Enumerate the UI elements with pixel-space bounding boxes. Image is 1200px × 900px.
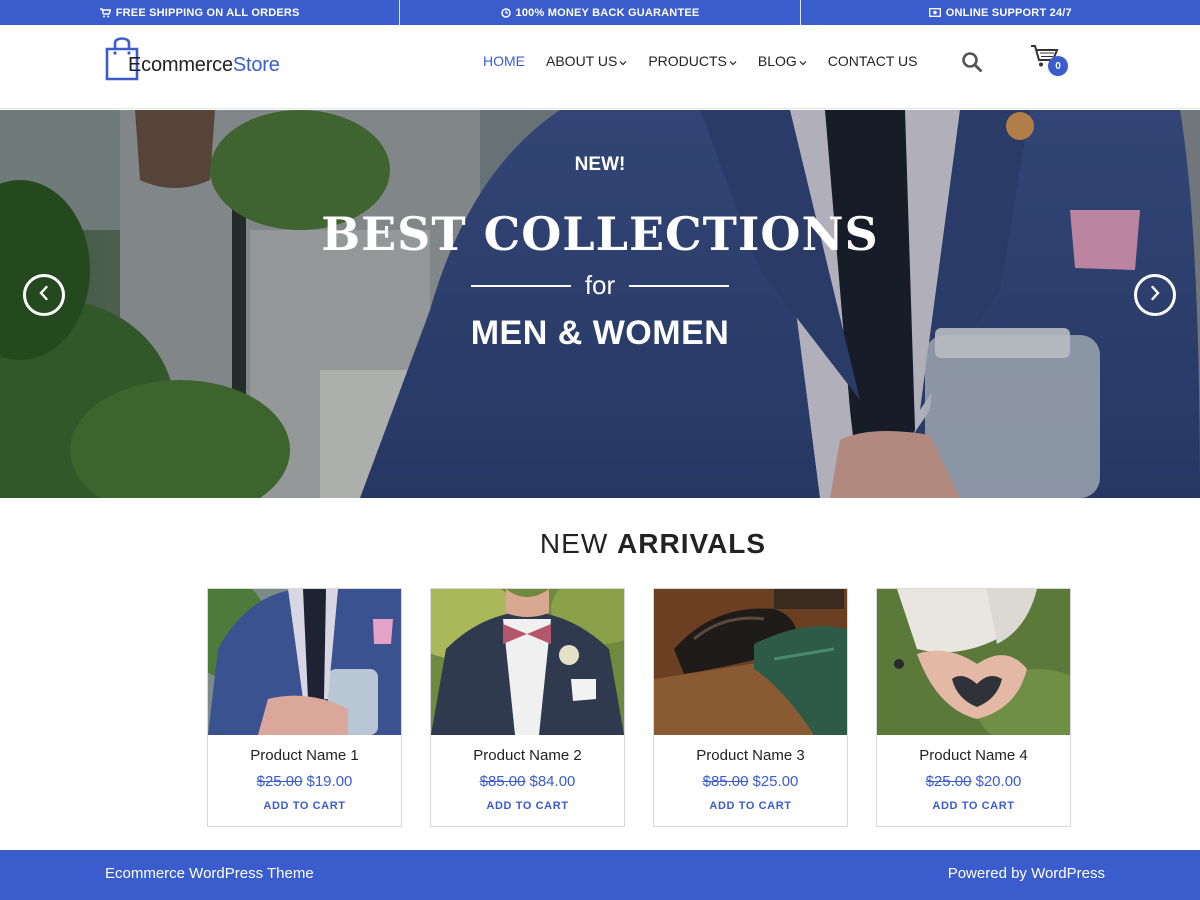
old-price: $25.00 <box>256 773 303 790</box>
clock-icon <box>500 7 511 18</box>
add-to-cart-button[interactable]: ADD TO CART <box>431 800 624 812</box>
logo-text-part1: Ecommerce <box>128 54 233 76</box>
search-button[interactable] <box>961 51 983 73</box>
site-footer: Ecommerce WordPress Theme Powered by Wor… <box>0 850 1200 900</box>
sale-price: $84.00 <box>529 773 576 790</box>
footer-powered-by-link[interactable]: Powered by WordPress <box>948 865 1105 882</box>
hero-subtitle: MEN & WOMEN <box>470 314 730 352</box>
section-title: NEW ARRIVALS <box>0 528 1200 560</box>
nav-item-home[interactable]: HOME <box>483 53 525 69</box>
product-card[interactable]: Product Name 3 $85.00 $25.00 ADD TO CART <box>653 588 848 827</box>
nav-item-label: ABOUT US <box>546 53 618 69</box>
product-card[interactable]: Product Name 1 $25.00 $19.00 ADD TO CART <box>207 588 402 827</box>
chevron-down-icon <box>619 53 627 69</box>
footer-theme-link[interactable]: Ecommerce WordPress Theme <box>105 865 314 882</box>
logo-text: EcommerceStore <box>128 54 280 77</box>
hero-connector-text: for <box>584 270 616 300</box>
slider-prev-button[interactable] <box>23 274 65 316</box>
product-price: $85.00 $25.00 <box>654 773 847 790</box>
sale-price: $19.00 <box>306 773 353 790</box>
product-card[interactable]: Product Name 4 $25.00 $20.00 ADD TO CART <box>876 588 1071 827</box>
chevron-down-icon <box>729 53 737 69</box>
nav-item-label: CONTACT US <box>827 53 918 69</box>
site-header: EcommerceStore HOME ABOUT US PRODUCTS BL… <box>0 25 1200 109</box>
section-title-bold: ARRIVALS <box>617 528 767 559</box>
add-to-cart-button[interactable]: ADD TO CART <box>208 800 401 812</box>
topbar-guarantee: 100% MONEY BACK GUARANTEE <box>399 0 799 25</box>
sale-price: $20.00 <box>975 773 1022 790</box>
section-title-light: NEW <box>539 528 609 559</box>
sale-price: $25.00 <box>752 773 799 790</box>
hero-tag: NEW! <box>574 154 626 175</box>
main-nav: HOME ABOUT US PRODUCTS BLOG CONTACT US <box>483 53 939 69</box>
hero-slider: NEW! BEST COLLECTIONS for MEN & WOMEN <box>0 110 1200 498</box>
product-image[interactable] <box>654 589 847 735</box>
divider <box>629 284 730 287</box>
hero-title: BEST COLLECTIONS <box>321 207 879 261</box>
cart-count-badge: 0 <box>1048 56 1068 76</box>
nav-item-blog[interactable]: BLOG <box>758 53 807 69</box>
old-price: $85.00 <box>702 773 749 790</box>
topbar-shipping: FREE SHIPPING ON ALL ORDERS <box>0 0 399 25</box>
add-to-cart-button[interactable]: ADD TO CART <box>654 800 847 812</box>
chevron-down-icon <box>799 53 807 69</box>
slider-next-button[interactable] <box>1134 274 1176 316</box>
topbar-shipping-label: FREE SHIPPING ON ALL ORDERS <box>115 6 300 19</box>
product-price: $25.00 $19.00 <box>208 773 401 790</box>
chevron-left-icon <box>37 285 51 306</box>
topbar-support: ONLINE SUPPORT 24/7 <box>799 0 1200 25</box>
nav-item-label: BLOG <box>757 53 797 69</box>
topbar-guarantee-label: 100% MONEY BACK GUARANTEE <box>515 6 700 19</box>
site-logo[interactable]: EcommerceStore <box>105 35 305 83</box>
top-info-bar: FREE SHIPPING ON ALL ORDERS 100% MONEY B… <box>0 0 1200 25</box>
product-grid: Product Name 1 $25.00 $19.00 ADD TO CART … <box>207 588 1071 827</box>
nav-item-label: HOME <box>483 53 525 69</box>
logo-text-part2: Store <box>232 54 280 76</box>
hero-connector: for <box>0 270 1200 301</box>
nav-item-contact-us[interactable]: CONTACT US <box>828 53 918 69</box>
product-name[interactable]: Product Name 1 <box>208 747 401 764</box>
add-to-cart-button[interactable]: ADD TO CART <box>877 800 1070 812</box>
divider <box>470 284 571 287</box>
nav-item-products[interactable]: PRODUCTS <box>648 53 737 69</box>
nav-item-about-us[interactable]: ABOUT US <box>546 53 627 69</box>
search-icon <box>961 52 983 77</box>
product-image[interactable] <box>208 589 401 735</box>
product-name[interactable]: Product Name 3 <box>654 747 847 764</box>
chevron-right-icon <box>1148 285 1162 306</box>
product-price: $25.00 $20.00 <box>877 773 1070 790</box>
product-name[interactable]: Product Name 2 <box>431 747 624 764</box>
old-price: $25.00 <box>925 773 972 790</box>
product-price: $85.00 $84.00 <box>431 773 624 790</box>
topbar-support-label: ONLINE SUPPORT 24/7 <box>945 6 1072 19</box>
product-card[interactable]: Product Name 2 $85.00 $84.00 ADD TO CART <box>430 588 625 827</box>
money-icon <box>928 8 941 17</box>
cart-icon <box>99 7 111 18</box>
product-image[interactable] <box>431 589 624 735</box>
nav-item-label: PRODUCTS <box>648 53 727 69</box>
old-price: $85.00 <box>479 773 526 790</box>
product-name[interactable]: Product Name 4 <box>877 747 1070 764</box>
product-image[interactable] <box>877 589 1070 735</box>
